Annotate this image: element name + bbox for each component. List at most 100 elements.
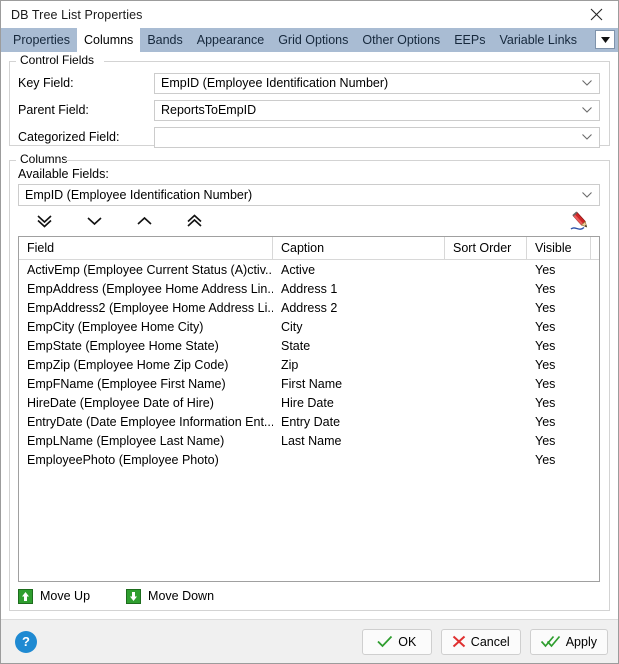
dialog-footer: ? OK Cancel Apply [1,619,618,663]
grid-header-field[interactable]: Field [19,237,273,259]
grid-header-caption[interactable]: Caption [273,237,445,259]
grid-body: ActivEmp (Employee Current Status (A)cti… [19,260,599,469]
parent-field-row: Parent Field: ReportsToEmpID [10,99,609,121]
cell-caption: Hire Date [281,395,334,410]
close-icon [590,8,602,21]
red-x-icon [452,635,465,648]
chevron-up-icon [136,216,152,225]
move-down-label: Move Down [148,589,215,603]
chevron-down-icon [582,101,592,120]
cancel-button[interactable]: Cancel [440,628,521,655]
key-field-label: Key Field: [18,76,74,90]
table-row[interactable]: EmpZip (Employee Home Zip Code) Zip Yes [19,355,599,374]
grid-header-sort-order[interactable]: Sort Order [445,237,527,259]
chevron-down-icon [582,185,592,205]
tab-label: Other Options [362,33,441,47]
cell-field: EmpAddress2 (Employee Home Address Li... [27,300,273,315]
tab-label: Bands [147,33,183,47]
chevron-down-icon [582,74,592,93]
ok-label: OK [398,634,417,649]
cell-field: ActivEmp (Employee Current Status (A)cti… [27,262,273,277]
ok-button[interactable]: OK [361,628,432,655]
tab-other-options[interactable]: Other Options [355,28,447,52]
tab-appearance[interactable]: Appearance [190,28,271,52]
cell-visible: Yes [535,281,556,296]
chevron-down-icon [86,217,102,226]
tab-overflow-button[interactable] [595,30,615,49]
help-button[interactable]: ? [15,630,37,653]
move-up-link[interactable]: Move Up [18,588,91,604]
table-row[interactable]: EmployeePhoto (Employee Photo) Yes [19,450,599,469]
table-row[interactable]: ActivEmp (Employee Current Status (A)cti… [19,260,599,279]
control-fields-legend: Control Fields [17,53,98,67]
table-row[interactable]: EntryDate (Date Employee Information Ent… [19,412,599,431]
parent-field-combobox[interactable]: ReportsToEmpID [154,99,600,121]
tab-label: Grid Options [278,33,349,47]
cell-visible: Yes [535,338,556,353]
table-row[interactable]: EmpLName (Employee Last Name) Last Name … [19,431,599,450]
move-all-down-button[interactable] [22,208,66,234]
key-field-combobox[interactable]: EmpID (Employee Identification Number) [154,72,600,94]
cell-field: EmpZip (Employee Home Zip Code) [27,357,229,372]
cell-caption: Address 1 [281,281,338,296]
available-fields-label: Available Fields: [18,167,109,181]
move-up-button[interactable] [122,208,166,234]
columns-toolbar [10,206,609,236]
table-row[interactable]: EmpAddress (Employee Home Address Lin...… [19,279,599,298]
tab-columns[interactable]: Columns [76,28,141,52]
chevron-down-icon [582,128,592,147]
move-all-up-button[interactable] [172,208,216,234]
table-row[interactable]: HireDate (Employee Date of Hire) Hire Da… [19,393,599,412]
cell-field: EmployeePhoto (Employee Photo) [27,452,219,467]
cell-caption: City [281,319,303,334]
cell-caption: First Name [281,376,343,391]
tab-label: Appearance [196,33,265,47]
properties-dialog: DB Tree List Properties Properties Colum… [0,0,619,664]
tab-eeps[interactable]: EEPs [447,28,492,52]
cell-field: HireDate (Employee Date of Hire) [27,395,214,410]
double-chevron-up-icon [186,214,202,227]
cell-caption: Entry Date [281,414,341,429]
cell-field: EmpAddress (Employee Home Address Lin... [27,281,273,296]
tab-bands[interactable]: Bands [140,28,189,52]
cell-field: EmpFName (Employee First Name) [27,376,226,391]
tab-grid-options[interactable]: Grid Options [271,28,355,52]
close-button[interactable] [574,1,618,28]
tab-label: Properties [13,33,70,47]
move-buttons-row: Move Up Move Down [10,582,609,610]
key-field-value: EmpID (Employee Identification Number) [161,76,389,90]
columns-group: Columns Available Fields: EmpID (Employe… [9,152,610,611]
table-row[interactable]: EmpState (Employee Home State) State Yes [19,336,599,355]
available-fields-value: EmpID (Employee Identification Number) [25,188,253,202]
move-down-link[interactable]: Move Down [126,588,215,604]
cell-caption: Address 2 [281,300,338,315]
tab-label: EEPs [454,33,486,47]
table-row[interactable]: EmpAddress2 (Employee Home Address Li...… [19,298,599,317]
available-fields-combobox[interactable]: EmpID (Employee Identification Number) [18,184,600,206]
categorized-field-combobox[interactable] [154,126,600,148]
cell-caption: State [281,338,311,353]
categorized-field-row: Categorized Field: [10,126,609,148]
cell-field: EntryDate (Date Employee Information Ent… [27,414,273,429]
chevron-down-icon [600,36,610,43]
title-bar: DB Tree List Properties [1,1,618,28]
columns-grid[interactable]: Field Caption Sort Order Visible ActivEm… [18,236,600,582]
move-up-label: Move Up [40,589,91,603]
tab-variable-links[interactable]: Variable Links [492,28,584,52]
tab-properties[interactable]: Properties [6,28,77,52]
cell-visible: Yes [535,262,556,277]
move-down-button[interactable] [72,208,116,234]
green-arrow-up-icon [18,588,33,604]
table-row[interactable]: EmpCity (Employee Home City) City Yes [19,317,599,336]
cell-visible: Yes [535,319,556,334]
grid-header-visible[interactable]: Visible [527,237,591,259]
apply-button[interactable]: Apply [529,628,608,655]
grid-header-row: Field Caption Sort Order Visible [19,237,599,260]
edit-column-button[interactable] [567,208,595,234]
tab-label: Variable Links [499,33,578,47]
green-arrow-down-icon [126,588,142,604]
control-fields-group: Control Fields Key Field: EmpID (Employe… [9,53,610,148]
cell-visible: Yes [535,433,556,448]
table-row[interactable]: EmpFName (Employee First Name) First Nam… [19,374,599,393]
tab-panel-columns: Control Fields Key Field: EmpID (Employe… [1,52,618,619]
